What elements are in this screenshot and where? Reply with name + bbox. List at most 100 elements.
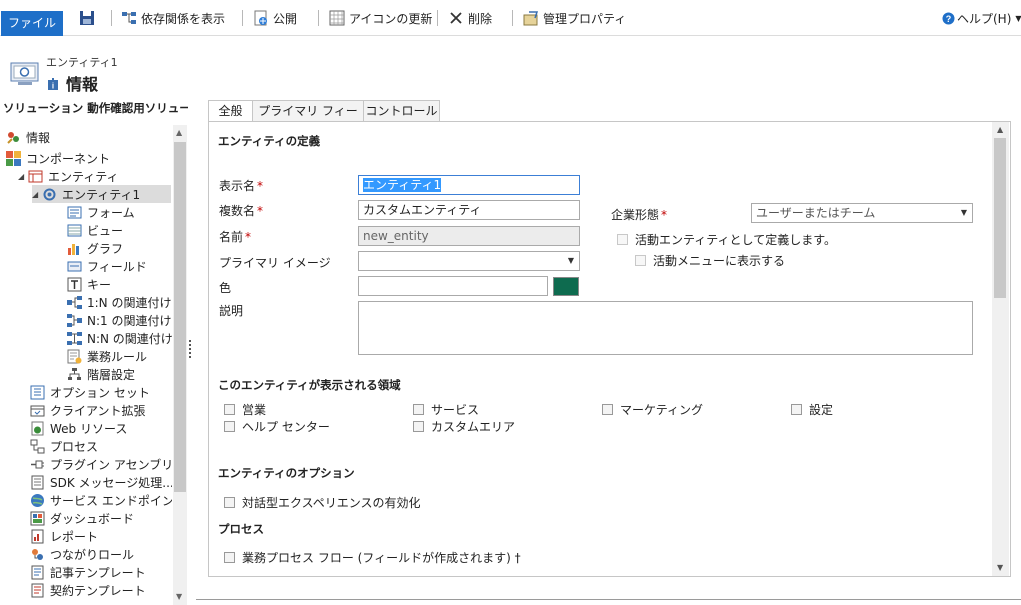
help-button[interactable]: ? ヘルプ(H) ▼ [942, 8, 1021, 28]
info-icon [6, 130, 21, 145]
scroll-up-icon[interactable]: ▲ [997, 125, 1003, 134]
save-button[interactable] [79, 8, 99, 28]
tab-general[interactable]: 全般 [208, 100, 253, 122]
delete-button[interactable]: 削除 [448, 8, 492, 28]
collapse-icon[interactable]: ◢ [18, 172, 28, 181]
report-icon [30, 529, 45, 544]
area-help-center-checkbox[interactable]: ヘルプ センター [224, 418, 330, 435]
nav-item-forms[interactable]: フォーム [67, 203, 135, 221]
nav-item-fields[interactable]: フィールド [67, 257, 147, 275]
nav-item-entities[interactable]: ◢ エンティティ [18, 167, 119, 185]
nav-item-processes[interactable]: プロセス [30, 437, 98, 455]
svg-text:?: ? [946, 14, 952, 24]
primary-image-select[interactable]: ▼ [358, 251, 580, 271]
checkbox-box [413, 421, 424, 432]
nav-item-nn-relationships[interactable]: N:N の関連付け [67, 329, 172, 347]
checkbox-box [224, 497, 235, 508]
template-icon [30, 565, 45, 580]
color-label: 色 [219, 281, 232, 295]
scroll-down-icon[interactable]: ▼ [997, 563, 1003, 572]
nav-item-entity1[interactable]: ◢ エンティティ1 [32, 185, 171, 203]
delete-label: 削除 [468, 11, 493, 26]
form-icon [67, 205, 82, 220]
nav-item-charts[interactable]: グラフ [67, 239, 123, 257]
nav-item-1n-relationships[interactable]: 1:N の関連付け [67, 293, 171, 311]
nav-item-plugin-assemblies[interactable]: プラグイン アセンブリ [30, 455, 172, 473]
checkbox-box [791, 404, 802, 415]
form-scrollbar-thumb[interactable] [994, 138, 1006, 298]
area-custom-checkbox[interactable]: カスタムエリア [413, 418, 515, 435]
file-button[interactable]: ファイル [1, 11, 63, 36]
publish-button[interactable]: 公開 [253, 8, 297, 28]
nav-item-hierarchy-settings[interactable]: 階層設定 [67, 365, 135, 383]
section-process: プロセス [218, 522, 264, 536]
activity-entity-checkbox[interactable]: 活動エンティティとして定義します。 [617, 231, 836, 248]
nav-item-keys[interactable]: キー [67, 275, 111, 293]
managed-properties-button[interactable]: 管理プロパティ [523, 8, 626, 28]
nav-scrollbar-thumb[interactable] [174, 142, 186, 492]
nav-item-reports[interactable]: レポート [30, 527, 98, 545]
display-name-input[interactable]: エンティティ1 [358, 175, 580, 195]
area-sales-checkbox[interactable]: 営業 [224, 401, 266, 418]
nav-item-option-sets[interactable]: オプション セット [30, 383, 150, 401]
nav-item-contract-templates[interactable]: 契約テンプレート [30, 581, 146, 599]
show-activity-menu-checkbox[interactable]: 活動メニューに表示する [635, 252, 785, 269]
managed-properties-label: 管理プロパティ [543, 11, 627, 26]
ribbon: ファイル 依存関係を表示 公開 アイコンの更新 削除 管理プロパティ ? ヘルプ… [0, 0, 1021, 36]
nav-item-connection-roles[interactable]: つながりロール [30, 545, 134, 563]
entity-icon [28, 169, 43, 184]
section-entity-definition: エンティティの定義 [218, 134, 321, 148]
checkbox-box [635, 255, 646, 266]
nav-item-info[interactable]: 情報 [6, 128, 50, 146]
nav-item-business-rules[interactable]: 業務ルール [67, 347, 147, 365]
nav-item-components[interactable]: コンポーネント [6, 149, 110, 167]
close-icon [448, 10, 464, 26]
checkbox-box [224, 552, 235, 563]
scroll-down-icon[interactable]: ▼ [176, 592, 182, 601]
relationship-icon [67, 331, 82, 346]
name-label: 名前 * [219, 230, 252, 244]
nav-item-web-resources[interactable]: Web リソース [30, 419, 127, 437]
ownership-select[interactable]: ユーザーまたはチーム ▼ [751, 203, 973, 223]
collapse-icon[interactable]: ◢ [32, 190, 42, 199]
checkbox-box [224, 404, 235, 415]
nav-item-article-templates[interactable]: 記事テンプレート [30, 563, 146, 581]
nav-item-views[interactable]: ビュー [67, 221, 123, 239]
area-settings-checkbox[interactable]: 設定 [791, 401, 833, 418]
update-icons-button[interactable]: アイコンの更新 [329, 8, 432, 28]
nav-scrollbar[interactable]: ▲ ▼ [173, 125, 187, 605]
form-scrollbar[interactable]: ▲ ▼ [992, 122, 1009, 576]
required-mark: * [257, 179, 264, 193]
color-input[interactable] [358, 276, 548, 296]
plural-name-input[interactable]: カスタムエンティティ [358, 200, 580, 220]
show-dependencies-button[interactable]: 依存関係を表示 [121, 8, 225, 28]
color-swatch[interactable] [553, 277, 579, 296]
area-marketing-checkbox[interactable]: マーケティング [602, 401, 703, 418]
nav-item-service-endpoints[interactable]: サービス エンドポイント [30, 491, 172, 509]
icon-grid-icon [329, 10, 345, 26]
plugin-icon [30, 457, 45, 472]
show-dependencies-label: 依存関係を表示 [141, 11, 226, 26]
nav-item-dashboards[interactable]: ダッシュボード [30, 509, 134, 527]
nav-item-client-extensions[interactable]: クライアント拡張 [30, 401, 146, 419]
tab-primary-field[interactable]: プライマリ フィールド [252, 100, 364, 138]
scroll-up-icon[interactable]: ▲ [176, 128, 182, 137]
ribbon-separator [437, 10, 438, 26]
pane-splitter[interactable] [189, 340, 192, 360]
business-process-flow-checkbox[interactable]: 業務プロセス フロー (フィールドが作成されます) † [224, 549, 521, 566]
nav-item-sdk-message-processing[interactable]: SDK メッセージ処理... [30, 473, 172, 491]
required-mark: * [257, 204, 264, 218]
template-icon [30, 583, 45, 598]
description-textarea[interactable] [358, 301, 973, 355]
checkbox-box [224, 421, 235, 432]
interactive-experience-checkbox[interactable]: 対話型エクスペリエンスの有効化 [224, 494, 421, 511]
extension-icon [30, 403, 45, 418]
nav-item-n1-relationships[interactable]: N:1 の関連付け [67, 311, 171, 329]
web-resource-icon [30, 421, 45, 436]
info-icon: i [46, 76, 60, 91]
area-service-checkbox[interactable]: サービス [413, 401, 479, 418]
ribbon-separator [242, 10, 243, 26]
relationship-icon [67, 313, 82, 328]
save-icon [79, 10, 95, 26]
tab-controls[interactable]: コントロール [363, 100, 440, 122]
